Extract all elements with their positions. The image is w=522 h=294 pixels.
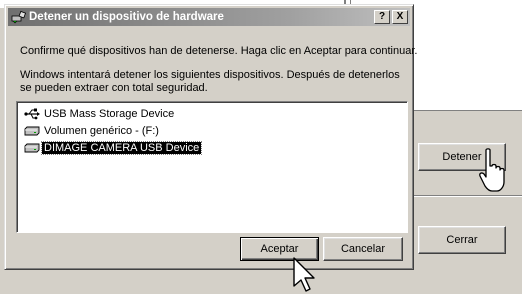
device-list[interactable]: USB Mass Storage Device Volumen genérico… [16, 101, 408, 233]
drive-icon [24, 141, 42, 155]
hand-cursor-icon [479, 148, 505, 192]
cancel-button[interactable]: Cancelar [323, 237, 403, 261]
close-window-button[interactable]: Cerrar [418, 226, 506, 254]
close-window-button-label: Cerrar [446, 234, 478, 246]
close-button[interactable]: X [392, 10, 408, 24]
dialog-title: Detener un dispositivo de hardware [29, 11, 224, 23]
help-button[interactable]: ? [374, 10, 390, 24]
list-item[interactable]: DIMAGE CAMERA USB Device [24, 140, 203, 156]
usb-icon [24, 107, 42, 121]
device-label: DIMAGE CAMERA USB Device [40, 141, 203, 155]
drive-icon [24, 124, 42, 138]
stop-button-label: Detener [442, 151, 482, 163]
device-label: Volumen genérico - (F:) [44, 125, 159, 137]
confirm-message: Confirme qué dispositivos han de detener… [20, 45, 418, 57]
device-label: USB Mass Storage Device [44, 108, 175, 120]
cancel-button-label: Cancelar [340, 243, 386, 255]
stop-hardware-dialog: Detener un dispositivo de hardware ? X C… [4, 4, 418, 270]
list-item[interactable]: USB Mass Storage Device [24, 106, 176, 122]
hardware-icon [10, 9, 26, 25]
info-message: Windows intentará detener los siguientes… [20, 69, 400, 94]
dialog-titlebar[interactable]: Detener un dispositivo de hardware ? X [8, 8, 410, 26]
arrow-cursor-icon [293, 257, 315, 292]
list-item[interactable]: Volumen genérico - (F:) [24, 123, 161, 139]
ok-button-label: Aceptar [260, 243, 299, 255]
